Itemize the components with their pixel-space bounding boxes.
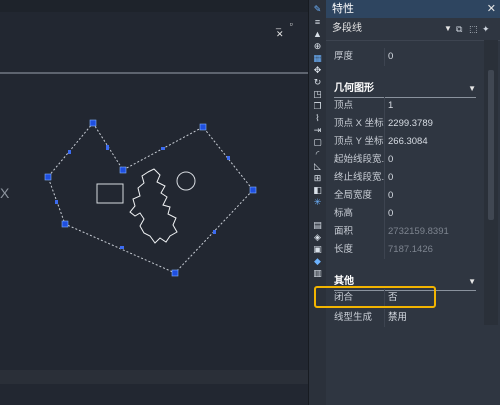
prop-row-elevation[interactable]: 标高 0	[328, 205, 482, 223]
offset-icon[interactable]: ▢	[312, 137, 323, 148]
prop-row-vertex-x[interactable]: 顶点 X 坐标 2299.3789	[328, 115, 482, 133]
trim-icon[interactable]: ⌇	[312, 113, 323, 124]
table-icon[interactable]: ▥	[312, 268, 323, 279]
insert-icon[interactable]: ◆	[312, 256, 323, 267]
grip-midpoint	[161, 147, 165, 150]
properties-icon[interactable]: ▤	[312, 220, 323, 231]
object-type-selector[interactable]: 多段线 ▼ ⧉ ⬚ ✦	[326, 18, 500, 40]
prop-row-start-width[interactable]: 起始线段宽... 0	[328, 151, 482, 169]
block-icon[interactable]: ▣	[312, 244, 323, 255]
grid-icon[interactable]: ▦	[312, 53, 323, 64]
rectangle-entity	[96, 183, 124, 204]
grip-vertex	[119, 166, 127, 174]
explode-icon[interactable]: ✳	[312, 197, 323, 208]
select-objects-icon[interactable]: ⬚	[469, 18, 478, 40]
prop-row-area: 面积 2732159.8391	[328, 223, 482, 241]
grip-midpoint	[68, 150, 71, 154]
grip-vertex	[249, 186, 257, 194]
rotate-icon[interactable]: ↻	[312, 77, 323, 88]
grip-midpoint	[106, 145, 109, 150]
chevron-down-icon[interactable]: ▼	[444, 18, 452, 40]
layer-icon[interactable]: ≡	[312, 17, 323, 28]
mirror-icon[interactable]: ◧	[312, 185, 323, 196]
grip-points	[44, 119, 257, 277]
irregular-outline	[129, 168, 178, 244]
selected-polyline	[47, 122, 254, 274]
canvas-top-strip	[0, 0, 308, 12]
scroll-thumb[interactable]	[488, 70, 494, 220]
prop-row-thickness[interactable]: 厚度 0	[328, 48, 482, 66]
grip-vertex	[61, 220, 69, 228]
prop-row-linetype-gen[interactable]: 线型生成 禁用	[328, 309, 482, 327]
prop-row-end-width[interactable]: 终止线段宽... 0	[328, 169, 482, 187]
prop-row-length: 长度 7187.1426	[328, 241, 482, 259]
drawing-svg: X	[0, 0, 308, 384]
panel-header: 特性 ✕	[326, 0, 500, 18]
match-icon[interactable]: ◈	[312, 232, 323, 243]
grip-midpoint	[120, 246, 124, 249]
grip-vertex	[199, 123, 207, 131]
canvas-status-strip	[0, 370, 308, 384]
axis-marker: X	[0, 185, 10, 201]
chamfer-icon[interactable]: ◺	[312, 161, 323, 172]
extend-icon[interactable]: ⇥	[312, 125, 323, 136]
prop-row-vertex-y[interactable]: 顶点 Y 坐标 266.3084	[328, 133, 482, 151]
panel-scrollbar[interactable]	[484, 40, 498, 325]
tool-palette: ✎ ≡ ▲ ⊕ ▦ ✥ ↻ ◳ ❐ ⌇ ⇥ ▢ ◜ ◺ ⊞ ◧ ✳ ▤ ◈ ▣ …	[308, 0, 326, 405]
grip-midpoint	[55, 200, 58, 204]
grip-vertex	[44, 173, 52, 181]
panel-title: 特性	[332, 3, 354, 15]
midpoint-grips	[55, 145, 230, 249]
pickadd-icon[interactable]: ✦	[482, 18, 490, 40]
highlight-box-closed	[314, 286, 436, 308]
scale-icon[interactable]: ◳	[312, 89, 323, 100]
triangle-icon[interactable]: ▲	[312, 29, 323, 40]
grip-vertex	[171, 269, 179, 277]
drawing-canvas[interactable]: _ ▫ ✕ X	[0, 0, 308, 405]
quick-select-icon[interactable]: ⧉	[456, 18, 462, 40]
close-icon[interactable]: ✕	[487, 0, 496, 18]
copy-icon[interactable]: ❐	[312, 101, 323, 112]
section-geometry[interactable]: 几何图形 ▼	[328, 80, 482, 98]
pencil-icon[interactable]: ✎	[312, 4, 323, 15]
move-icon[interactable]: ✥	[312, 65, 323, 76]
prop-row-vertex[interactable]: 顶点 1	[328, 97, 482, 115]
array-icon[interactable]: ⊞	[312, 173, 323, 184]
grip-vertex	[89, 119, 97, 127]
fillet-icon[interactable]: ◜	[312, 149, 323, 160]
grip-midpoint	[213, 230, 216, 234]
chevron-down-icon: ▼	[468, 84, 476, 93]
grip-midpoint	[227, 156, 230, 160]
circle-entity	[176, 171, 196, 191]
stamp-icon[interactable]: ⊕	[312, 41, 323, 52]
properties-panel: 特性 ✕ 多段线 ▼ ⧉ ⬚ ✦ 厚度 0 几何图形 ▼ 顶点 1 顶点 X 坐…	[326, 0, 500, 405]
prop-row-global-width[interactable]: 全局宽度 0	[328, 187, 482, 205]
object-type-value: 多段线	[332, 23, 362, 34]
